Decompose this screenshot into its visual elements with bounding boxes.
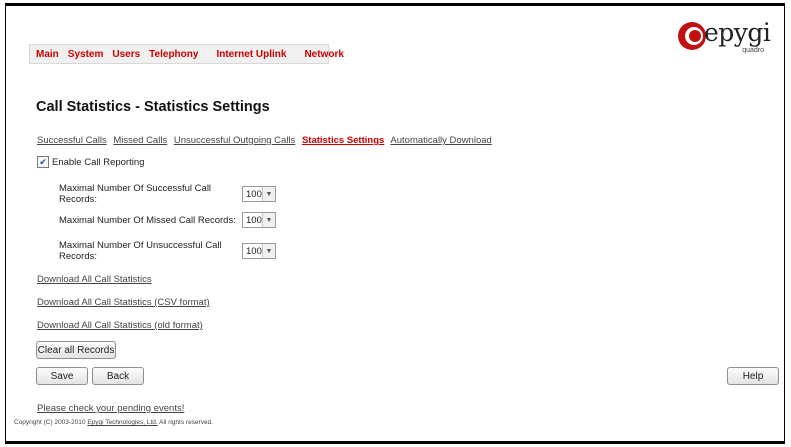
nav-users[interactable]: Users	[112, 49, 140, 60]
help-button[interactable]: Help	[727, 367, 779, 385]
enable-call-reporting-checkbox[interactable]: ✔	[37, 156, 49, 168]
chevron-down-icon: ▼	[262, 244, 275, 258]
chevron-down-icon: ▼	[262, 213, 275, 227]
top-navigation: Main System Users Telephony Internet Upl…	[29, 44, 344, 64]
tab-automatically-download[interactable]: Automatically Download	[390, 135, 491, 146]
missed-records-select[interactable]: 100 ▼	[242, 212, 276, 228]
tab-missed-calls[interactable]: Missed Calls	[113, 135, 167, 146]
successful-records-label: Maximal Number Of Successful Call Record…	[59, 183, 212, 205]
missed-records-row: Maximal Number Of Missed Call Records: 1…	[59, 212, 276, 228]
nav-telephony[interactable]: Telephony	[149, 49, 198, 60]
missed-records-label: Maximal Number Of Missed Call Records:	[59, 214, 236, 226]
company-link[interactable]: Epygi Technologies, Ltd.	[87, 419, 157, 426]
tab-statistics-settings[interactable]: Statistics Settings	[302, 135, 384, 146]
download-old-format-link[interactable]: Download All Call Statistics (old format…	[37, 320, 203, 331]
unsuccessful-records-value: 100	[246, 245, 262, 257]
statistics-tabs: Successful Calls Missed Calls Unsuccessf…	[37, 135, 496, 146]
clear-all-records-button[interactable]: Clear all Records	[36, 341, 116, 359]
copyright-notice: Copyright (C) 2003-2010 Epygi Technologi…	[14, 419, 213, 426]
back-button[interactable]: Back	[92, 367, 144, 385]
download-all-link[interactable]: Download All Call Statistics	[37, 274, 152, 285]
nav-internet-uplink[interactable]: Internet Uplink	[216, 49, 286, 60]
successful-records-value: 100	[246, 188, 262, 200]
download-csv-link[interactable]: Download All Call Statistics (CSV format…	[37, 297, 210, 308]
enable-call-reporting-label: Enable Call Reporting	[52, 156, 145, 168]
missed-records-value: 100	[246, 214, 262, 226]
pending-events-link[interactable]: Please check your pending events!	[37, 403, 184, 414]
enable-call-reporting: ✔ Enable Call Reporting	[37, 156, 144, 168]
save-button[interactable]: Save	[36, 367, 88, 385]
unsuccessful-records-select[interactable]: 100 ▼	[242, 243, 276, 259]
nav-main[interactable]: Main	[36, 49, 59, 60]
logo-model: quadro	[742, 47, 764, 54]
logo-brand: epygi	[704, 18, 771, 47]
page-title: Call Statistics - Statistics Settings	[36, 99, 270, 115]
unsuccessful-records-row: Maximal Number Of Unsuccessful Call Reco…	[59, 240, 276, 262]
copyright-prefix: Copyright (C) 2003-2010	[14, 419, 86, 426]
app-frame: Main System Users Telephony Internet Upl…	[5, 3, 785, 444]
nav-network[interactable]: Network	[304, 49, 343, 60]
chevron-down-icon: ▼	[262, 187, 275, 201]
epygi-logo: epygi quadro	[676, 16, 771, 56]
tab-unsuccessful-outgoing-calls[interactable]: Unsuccessful Outgoing Calls	[174, 135, 295, 146]
nav-system[interactable]: System	[68, 49, 104, 60]
successful-records-row: Maximal Number Of Successful Call Record…	[59, 183, 276, 205]
unsuccessful-records-label: Maximal Number Of Unsuccessful Call Reco…	[59, 240, 222, 262]
successful-records-select[interactable]: 100 ▼	[242, 186, 276, 202]
tab-successful-calls[interactable]: Successful Calls	[37, 135, 107, 146]
checkmark-icon: ✔	[39, 157, 47, 167]
copyright-rights: All rights reserved.	[159, 419, 213, 426]
